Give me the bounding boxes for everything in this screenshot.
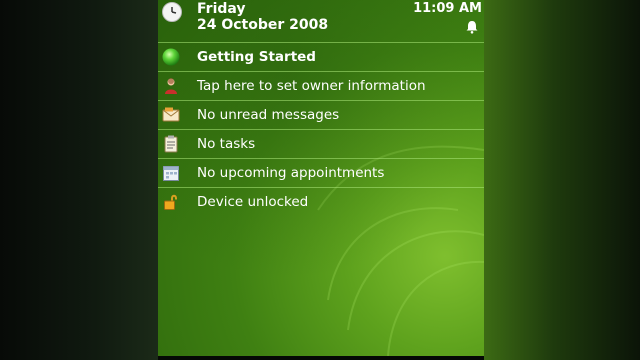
messages-label: No unread messages: [197, 107, 340, 123]
clock-time[interactable]: 11:09 AM: [413, 1, 482, 16]
getting-started-label: Getting Started: [197, 49, 316, 65]
phone-today-screen: Friday 24 October 2008 11:09 AM Getting …: [158, 0, 484, 356]
status-header: Friday 24 October 2008 11:09 AM: [158, 0, 484, 42]
messages-item[interactable]: No unread messages: [158, 100, 484, 129]
blurred-left-region: [0, 0, 158, 360]
getting-started-item[interactable]: Getting Started: [158, 42, 484, 71]
blurred-right-region: [484, 0, 640, 360]
date-day[interactable]: Friday: [197, 1, 246, 17]
date-full[interactable]: 24 October 2008: [197, 17, 328, 33]
tasks-item[interactable]: No tasks: [158, 129, 484, 158]
device-lock-item[interactable]: Device unlocked: [158, 187, 484, 216]
video-frame: Friday 24 October 2008 11:09 AM Getting …: [0, 0, 640, 360]
bell-icon[interactable]: [465, 20, 479, 34]
calendar-icon: [163, 166, 179, 181]
appointments-label: No upcoming appointments: [197, 165, 385, 181]
device-lock-label: Device unlocked: [197, 194, 309, 210]
tasks-label: No tasks: [197, 136, 256, 152]
owner-person-icon: [165, 78, 177, 94]
envelope-icon: [162, 107, 180, 122]
padlock-unlocked-icon: [164, 194, 177, 210]
owner-information-item[interactable]: Tap here to set owner information: [158, 71, 484, 100]
green-orb-icon: [162, 48, 180, 66]
owner-information-label: Tap here to set owner information: [197, 78, 426, 94]
clipboard-icon: [164, 135, 178, 153]
appointments-item[interactable]: No upcoming appointments: [158, 158, 484, 187]
clock-icon[interactable]: [162, 2, 182, 22]
